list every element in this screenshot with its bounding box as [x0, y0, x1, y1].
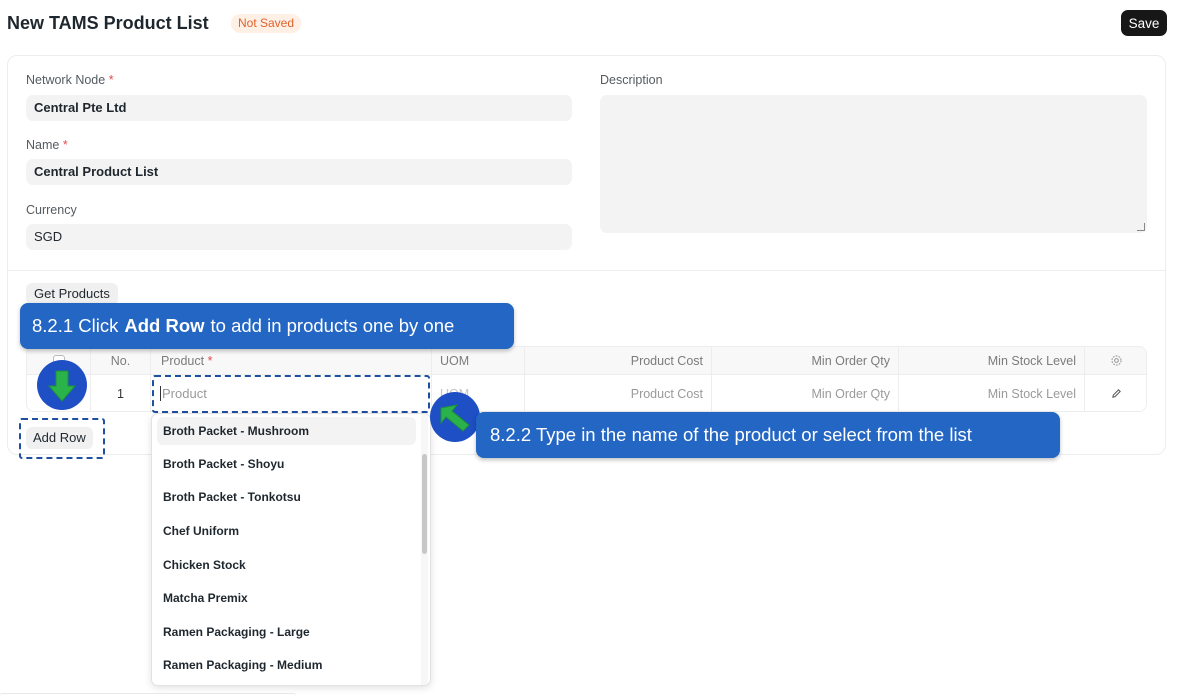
row-edit[interactable]: [1085, 375, 1146, 411]
dropdown-option[interactable]: Ramen Packaging - Large: [157, 618, 416, 646]
step2-callout: 8.2.2 Type in the name of the product or…: [476, 412, 1060, 458]
name-field[interactable]: Central Product List: [26, 159, 572, 185]
col-no: No.: [91, 347, 151, 374]
dropdown-option[interactable]: Ramen Packaging - Medium: [157, 651, 416, 679]
add-row-button[interactable]: Add Row: [26, 427, 93, 449]
col-product: Product *: [151, 347, 432, 374]
gear-icon[interactable]: [1110, 354, 1123, 367]
product-placeholder: Product: [160, 386, 207, 401]
arrow-down-icon: [47, 370, 77, 402]
resize-grip-icon[interactable]: [1137, 223, 1145, 231]
down-arrow-marker: [37, 360, 87, 410]
network-node-field[interactable]: Central Pte Ltd: [26, 95, 572, 121]
description-label: Description: [600, 73, 663, 87]
col-min-stock-level: Min Stock Level: [899, 347, 1085, 374]
section-divider: [8, 270, 1165, 271]
left-arrow-marker: [430, 392, 480, 442]
col-product-cost: Product Cost: [525, 347, 712, 374]
pencil-icon[interactable]: [1111, 388, 1122, 399]
product-input[interactable]: Product: [152, 375, 430, 413]
row-product-cost-cell[interactable]: Product Cost: [525, 375, 712, 411]
status-badge: Not Saved: [231, 14, 302, 33]
col-uom: UOM: [432, 347, 525, 374]
product-dropdown: Broth Packet - Mushroom Broth Packet - S…: [151, 413, 431, 686]
description-textarea[interactable]: [600, 95, 1147, 233]
dropdown-option[interactable]: Chicken Stock: [157, 551, 416, 579]
get-products-button[interactable]: Get Products: [26, 283, 118, 305]
row-min-stock-level-cell[interactable]: Min Stock Level: [899, 375, 1085, 411]
row-number: 1: [91, 375, 151, 411]
col-min-order-qty: Min Order Qty: [712, 347, 899, 374]
currency-label: Currency: [26, 203, 77, 217]
page-header: New TAMS Product List Not Saved Save: [7, 10, 1167, 38]
column-settings[interactable]: [1085, 347, 1146, 374]
dropdown-option[interactable]: Broth Packet - Mushroom: [157, 417, 416, 445]
table-header: No. Product * UOM Product Cost Min Order…: [27, 347, 1146, 375]
dropdown-scrollbar[interactable]: [422, 454, 427, 554]
name-label: Name *: [26, 138, 68, 152]
network-node-label: Network Node *: [26, 73, 114, 87]
bottom-edge: [0, 693, 296, 698]
arrow-up-left-icon: [440, 404, 470, 432]
dropdown-option[interactable]: Broth Packet - Shoyu: [157, 450, 416, 478]
step1-callout: 8.2.1 Click Add Row to add in products o…: [20, 303, 514, 349]
dropdown-option[interactable]: Chef Uniform: [157, 517, 416, 545]
dropdown-option[interactable]: Broth Packet - Tonkotsu: [157, 483, 416, 511]
currency-field[interactable]: SGD: [26, 224, 572, 250]
page-title: New TAMS Product List: [7, 13, 209, 33]
row-min-order-qty-cell[interactable]: Min Order Qty: [712, 375, 899, 411]
save-button[interactable]: Save: [1121, 10, 1167, 36]
dropdown-option[interactable]: Matcha Premix: [157, 584, 416, 612]
